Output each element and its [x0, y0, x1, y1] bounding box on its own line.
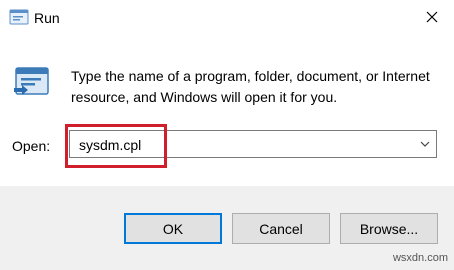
highlight-box — [65, 124, 167, 168]
close-button[interactable] — [418, 4, 446, 30]
open-label: Open: — [12, 138, 51, 154]
browse-button[interactable]: Browse... — [340, 213, 438, 244]
window-title: Run — [34, 10, 60, 26]
run-icon — [9, 9, 29, 27]
run-description: Type the name of a program, folder, docu… — [71, 68, 430, 105]
cancel-button[interactable]: Cancel — [232, 213, 330, 244]
chevron-down-icon[interactable] — [418, 137, 432, 151]
watermark: wsxdn.com — [392, 252, 448, 264]
run-app-icon — [12, 66, 50, 100]
ok-button[interactable]: OK — [124, 213, 222, 244]
title-bar: Run — [0, 0, 454, 36]
close-icon — [426, 11, 438, 23]
